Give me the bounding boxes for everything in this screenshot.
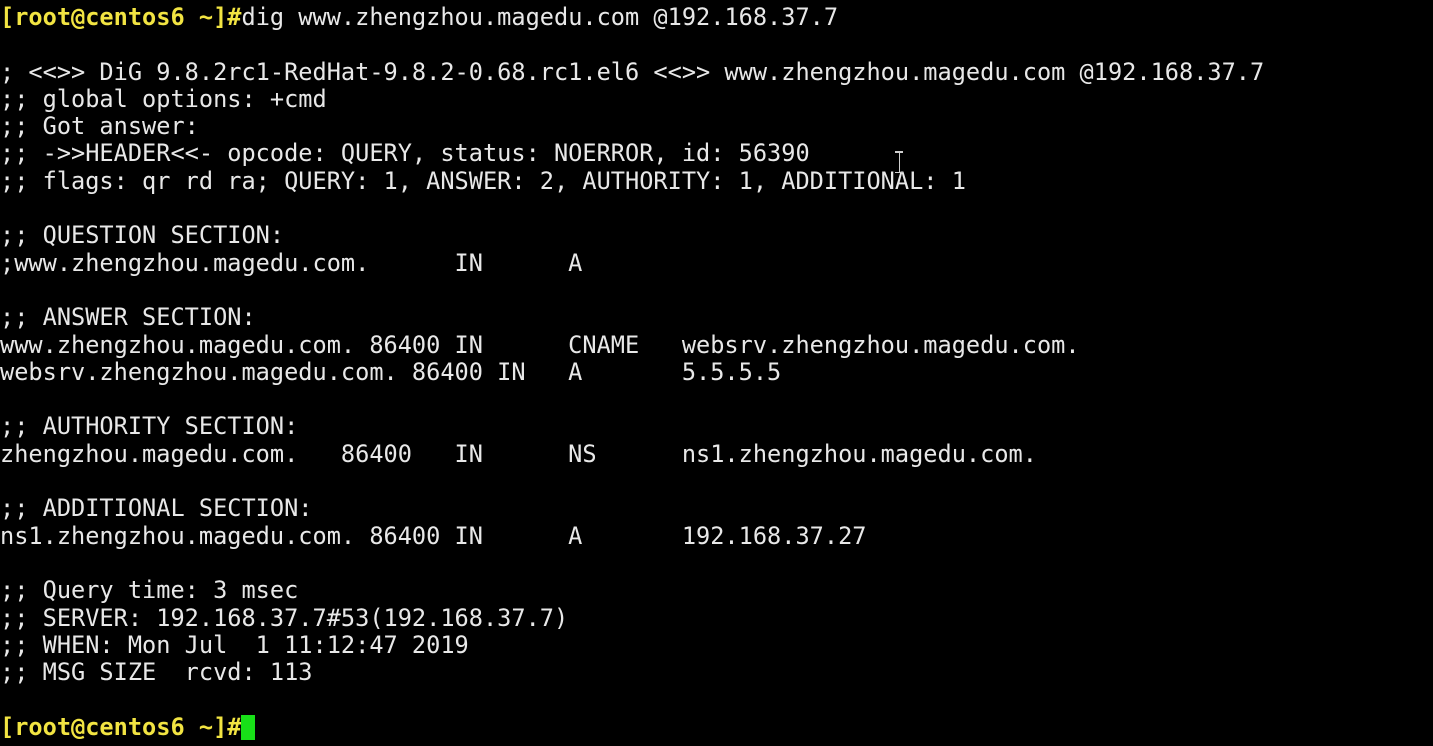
shell-prompt: [root@centos6 ~]# [0, 3, 242, 31]
ibeam-cursor-icon [893, 151, 905, 173]
terminal-window[interactable]: [root@centos6 ~]#dig www.zhengzhou.maged… [0, 0, 1433, 746]
output-line: ;; ANSWER SECTION: [0, 303, 256, 332]
output-line: www.zhengzhou.magedu.com. 86400 IN CNAME… [0, 330, 1080, 359]
output-line: ;; MSG SIZE rcvd: 113 [0, 658, 313, 687]
output-line: ;; WHEN: Mon Jul 1 11:12:47 2019 [0, 630, 469, 659]
output-line: ; <<>> DiG 9.8.2rc1-RedHat-9.8.2-0.68.rc… [0, 57, 1265, 86]
output-line: ;; SERVER: 192.168.37.7#53(192.168.37.7) [0, 603, 569, 632]
active-prompt-line[interactable]: [root@centos6 ~]# [0, 712, 1433, 741]
output-line: ;; QUESTION SECTION: [0, 221, 285, 250]
command-line: [root@centos6 ~]#dig www.zhengzhou.maged… [0, 3, 1433, 31]
output-line: ;; ->>HEADER<<- opcode: QUERY, status: N… [0, 139, 810, 168]
output-line: ;; Query time: 3 msec [0, 576, 299, 605]
output-line: websrv.zhengzhou.magedu.com. 86400 IN A … [0, 357, 782, 386]
output-line: ;; AUTHORITY SECTION: [0, 412, 299, 441]
output-line: ;www.zhengzhou.magedu.com. IN A [0, 248, 583, 277]
output-line: ;; flags: qr rd ra; QUERY: 1, ANSWER: 2,… [0, 166, 966, 195]
text-cursor [241, 714, 256, 740]
output-line: ns1.zhengzhou.magedu.com. 86400 IN A 192… [0, 521, 867, 550]
shell-prompt-current: [root@centos6 ~]# [0, 712, 242, 741]
output-line: zhengzhou.magedu.com. 86400 IN NS ns1.zh… [0, 439, 1037, 468]
output-line: ;; global options: +cmd [0, 84, 327, 113]
output-line: ;; ADDITIONAL SECTION: [0, 494, 313, 523]
command-output: ; <<>> DiG 9.8.2rc1-RedHat-9.8.2-0.68.rc… [0, 31, 1433, 713]
output-line: ;; Got answer: [0, 112, 199, 141]
command-text: dig www.zhengzhou.magedu.com @192.168.37… [241, 3, 839, 31]
